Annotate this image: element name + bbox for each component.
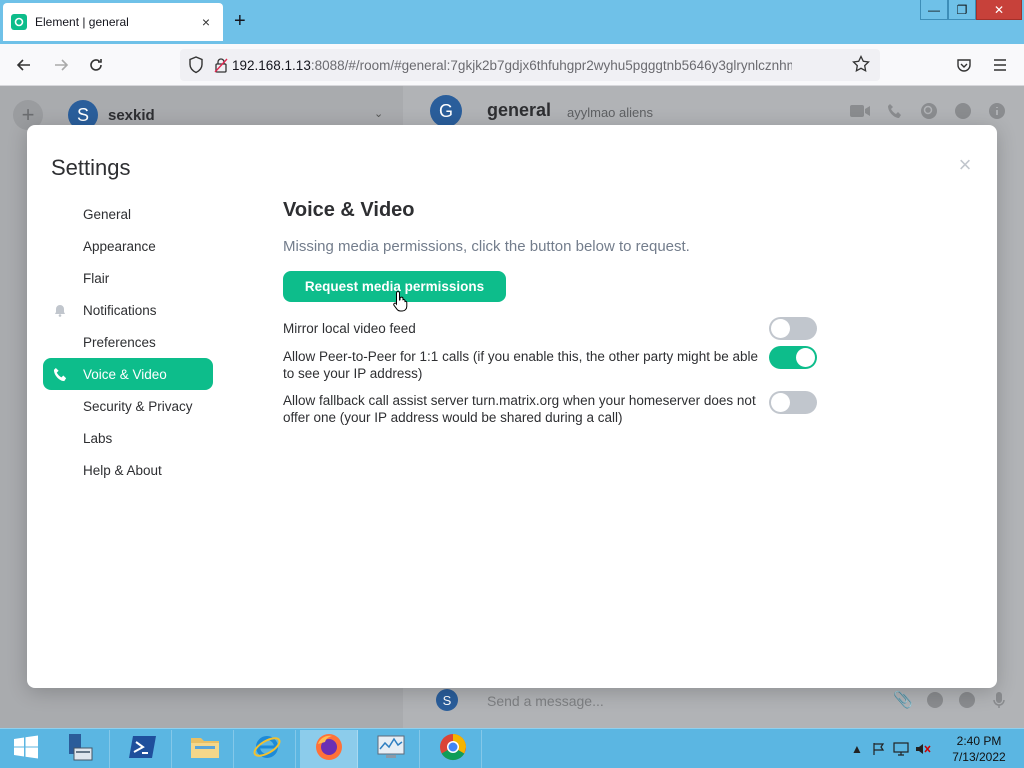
settings-tab-label: Appearance <box>83 238 156 254</box>
settings-tab-general[interactable]: General <box>43 198 213 230</box>
mirror-video-toggle[interactable] <box>769 317 817 340</box>
system-tray: ▲ 2:40 PM 7/13/2022 <box>846 729 1024 768</box>
settings-tab-flair[interactable]: Flair <box>43 262 213 294</box>
chrome-icon <box>438 732 468 767</box>
taskbar-chrome[interactable] <box>424 730 482 768</box>
clock-time: 2:40 PM <box>956 734 1002 748</box>
settings-tab-help-about[interactable]: Help & About <box>43 454 213 486</box>
emoji-icon[interactable] <box>924 689 946 711</box>
settings-dialog: Settings × General Appearance Flair Noti… <box>27 125 997 688</box>
attachment-icon[interactable]: 📎 <box>892 689 914 711</box>
search-icon[interactable] <box>918 100 940 122</box>
bookmark-star-icon[interactable] <box>852 54 870 78</box>
room-topic: ayylmao aliens <box>567 105 653 120</box>
start-button[interactable] <box>0 729 52 768</box>
message-composer[interactable]: Send a message... <box>487 693 604 709</box>
tab-title: Element | general <box>35 15 129 29</box>
fallback-server-label: Allow fallback call assist server turn.m… <box>283 393 756 425</box>
chevron-down-icon[interactable]: ⌄ <box>374 107 383 120</box>
phone-icon <box>52 366 68 382</box>
windows-logo-icon <box>13 735 39 764</box>
taskbar-task-manager[interactable] <box>362 730 420 768</box>
taskbar-clock[interactable]: 2:40 PM 7/13/2022 <box>934 733 1024 765</box>
window-controls: — ❐ ✕ <box>920 0 1022 20</box>
clock-date: 7/13/2022 <box>952 750 1006 764</box>
browser-tab-bar: Element | general × + — ❐ ✕ <box>0 0 1024 44</box>
settings-tab-label: Security & Privacy <box>83 398 193 414</box>
user-name[interactable]: sexkid <box>108 107 155 124</box>
taskbar-powershell[interactable] <box>114 730 172 768</box>
room-avatar[interactable]: G <box>430 95 462 127</box>
composer-avatar: S <box>436 689 458 711</box>
url-path: :8088/#/room/#general:7gkjk2b7gdjx6thfuh… <box>310 57 792 73</box>
toggle-knob <box>771 319 790 338</box>
missing-permissions-message: Missing media permissions, click the but… <box>283 238 690 255</box>
tab-close-icon[interactable]: × <box>197 14 215 30</box>
section-title: Voice & Video <box>283 199 415 221</box>
server-manager-icon <box>66 732 96 767</box>
address-bar[interactable]: 192.168.1.13:8088/#/room/#general:7gkjk2… <box>180 49 880 81</box>
forward-arrow-icon[interactable] <box>50 54 72 76</box>
network-icon[interactable] <box>890 739 912 759</box>
sticker-icon[interactable] <box>956 689 978 711</box>
peer-to-peer-toggle[interactable] <box>769 346 817 369</box>
url-text[interactable]: 192.168.1.13:8088/#/room/#general:7gkjk2… <box>232 58 792 73</box>
settings-tab-label: Preferences <box>83 334 156 350</box>
peer-to-peer-label: Allow Peer-to-Peer for 1:1 calls (if you… <box>283 349 758 381</box>
folder-icon <box>190 734 220 765</box>
settings-tab-label: Flair <box>83 270 110 286</box>
new-tab-icon[interactable]: + <box>234 11 246 31</box>
settings-tab-security-privacy[interactable]: Security & Privacy <box>43 390 213 422</box>
settings-tab-label: Help & About <box>83 462 162 478</box>
show-hidden-icons-icon[interactable]: ▲ <box>846 739 868 759</box>
settings-tab-labs[interactable]: Labs <box>43 422 213 454</box>
internet-explorer-icon <box>252 732 282 767</box>
fallback-server-toggle[interactable] <box>769 391 817 414</box>
taskbar-firefox[interactable] <box>300 730 358 768</box>
shield-icon[interactable] <box>188 56 204 79</box>
volume-muted-icon[interactable] <box>912 739 934 759</box>
hand-cursor-icon <box>393 290 409 317</box>
toggle-knob <box>771 393 790 412</box>
taskbar-server-manager[interactable] <box>52 730 110 768</box>
video-call-icon[interactable] <box>849 100 871 122</box>
bell-icon <box>52 302 68 318</box>
taskbar-internet-explorer[interactable] <box>238 730 296 768</box>
back-arrow-icon[interactable] <box>13 54 35 76</box>
element-favicon-icon <box>11 14 27 30</box>
settings-tab-label: Notifications <box>83 302 157 318</box>
settings-tab-preferences[interactable]: Preferences <box>43 326 213 358</box>
voice-call-icon[interactable] <box>884 100 906 122</box>
settings-tab-appearance[interactable]: Appearance <box>43 230 213 262</box>
browser-tab[interactable]: Element | general × <box>3 3 223 41</box>
settings-tab-label: Voice & Video <box>83 366 167 382</box>
settings-tab-notifications[interactable]: Notifications <box>43 294 213 326</box>
window-close-button[interactable]: ✕ <box>976 0 1022 20</box>
toggle-knob <box>796 348 815 367</box>
dialog-close-icon[interactable]: × <box>955 154 975 176</box>
url-host: 192.168.1.13 <box>232 57 311 73</box>
action-center-flag-icon[interactable] <box>868 739 890 759</box>
notifications-bell-icon[interactable] <box>952 100 974 122</box>
settings-tab-voice-video[interactable]: Voice & Video <box>43 358 213 390</box>
firefox-icon <box>314 732 344 767</box>
taskbar-file-explorer[interactable] <box>176 730 234 768</box>
task-manager-icon <box>376 733 406 766</box>
settings-tab-label: General <box>83 206 132 222</box>
browser-nav-bar: 192.168.1.13:8088/#/room/#general:7gkjk2… <box>0 44 1024 86</box>
windows-taskbar: ▲ 2:40 PM 7/13/2022 <box>0 728 1024 768</box>
mirror-video-label: Mirror local video feed <box>283 321 416 336</box>
menu-hamburger-icon[interactable] <box>989 54 1011 76</box>
dialog-title: Settings <box>51 155 131 180</box>
minimize-button[interactable]: — <box>920 0 948 20</box>
insecure-lock-icon[interactable] <box>214 57 228 78</box>
room-name[interactable]: general <box>487 100 551 121</box>
powershell-icon <box>128 734 158 765</box>
pocket-icon[interactable] <box>953 54 975 76</box>
settings-tab-label: Labs <box>83 430 113 446</box>
reload-icon[interactable] <box>85 54 107 76</box>
maximize-button[interactable]: ❐ <box>948 0 976 20</box>
microphone-icon[interactable] <box>988 689 1010 711</box>
room-info-icon[interactable] <box>986 100 1008 122</box>
